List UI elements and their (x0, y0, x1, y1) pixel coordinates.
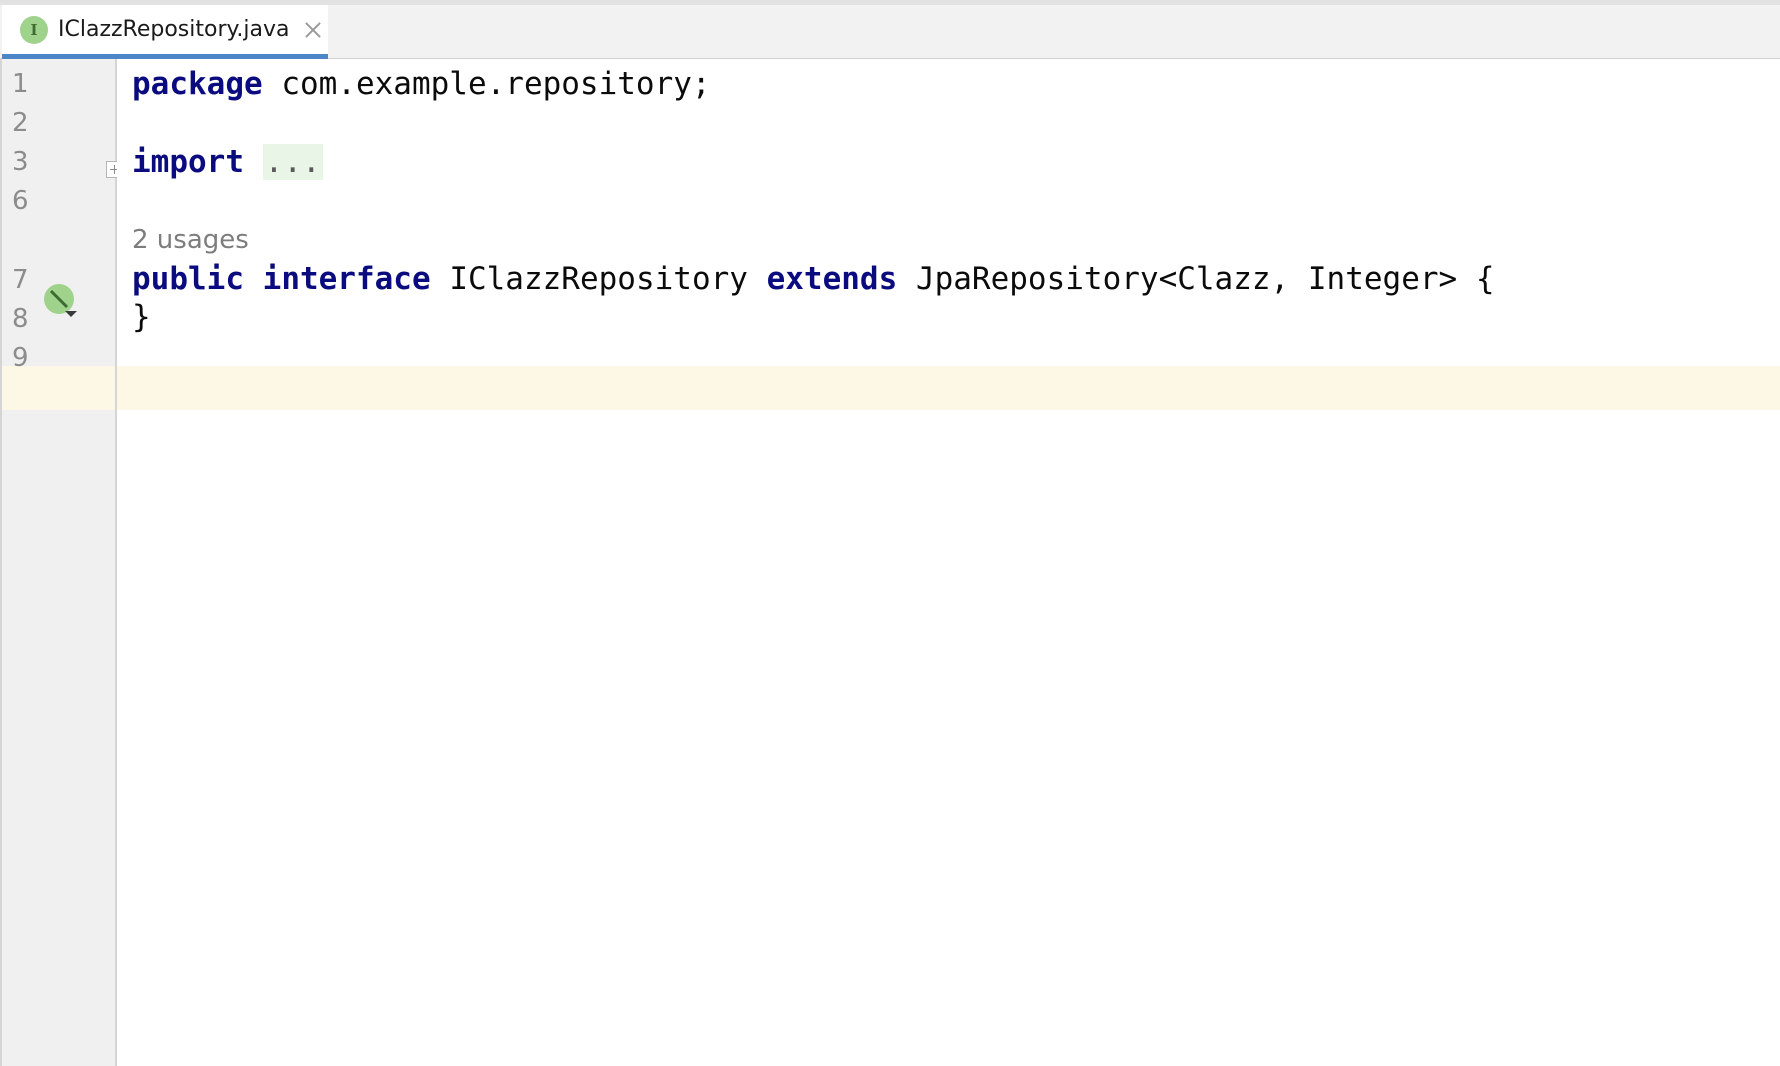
keyword: package (132, 66, 263, 102)
tab-bar: I IClazzRepository.java (0, 0, 1780, 59)
keyword: extends (766, 261, 898, 297)
keyword: import (132, 144, 244, 180)
code-line-8[interactable]: } (132, 295, 151, 339)
interface-name: IClazzRepository (449, 261, 748, 297)
line-number: 1 (12, 69, 29, 99)
code-editor[interactable]: package com.example.repository; import .… (117, 59, 1780, 1066)
tab-iclazzrepository[interactable]: I IClazzRepository.java (2, 5, 328, 59)
line-number: 7 (12, 265, 29, 295)
keyword: public (132, 261, 244, 297)
package-name: com.example.repository; (262, 66, 711, 102)
implementations-gutter-icon[interactable] (43, 283, 79, 319)
code-line-7[interactable]: public interface IClazzRepository extend… (132, 257, 1495, 301)
editor-window: I IClazzRepository.java 1 2 3 6 7 8 9 pa… (0, 0, 1780, 1066)
line-number: 2 (12, 108, 29, 138)
gutter-edge (0, 59, 2, 1066)
tab-title: IClazzRepository.java (58, 17, 290, 42)
line-number: 3 (12, 147, 29, 177)
interface-file-icon: I (20, 15, 48, 44)
extended-type: JpaRepository<Clazz, Integer> { (915, 261, 1495, 297)
line-number: 8 (12, 304, 29, 334)
code-line-3[interactable]: import ... (132, 140, 323, 184)
keyword: interface (262, 261, 431, 297)
line-number: 9 (12, 343, 29, 373)
usages-hint[interactable]: 2 usages (132, 218, 249, 262)
folded-imports[interactable]: ... (262, 144, 323, 180)
current-line-highlight (117, 366, 1780, 410)
code-line-1[interactable]: package com.example.repository; (132, 62, 711, 106)
line-number: 6 (12, 186, 29, 216)
close-icon[interactable] (303, 20, 323, 40)
interface-icon-letter: I (30, 20, 38, 39)
